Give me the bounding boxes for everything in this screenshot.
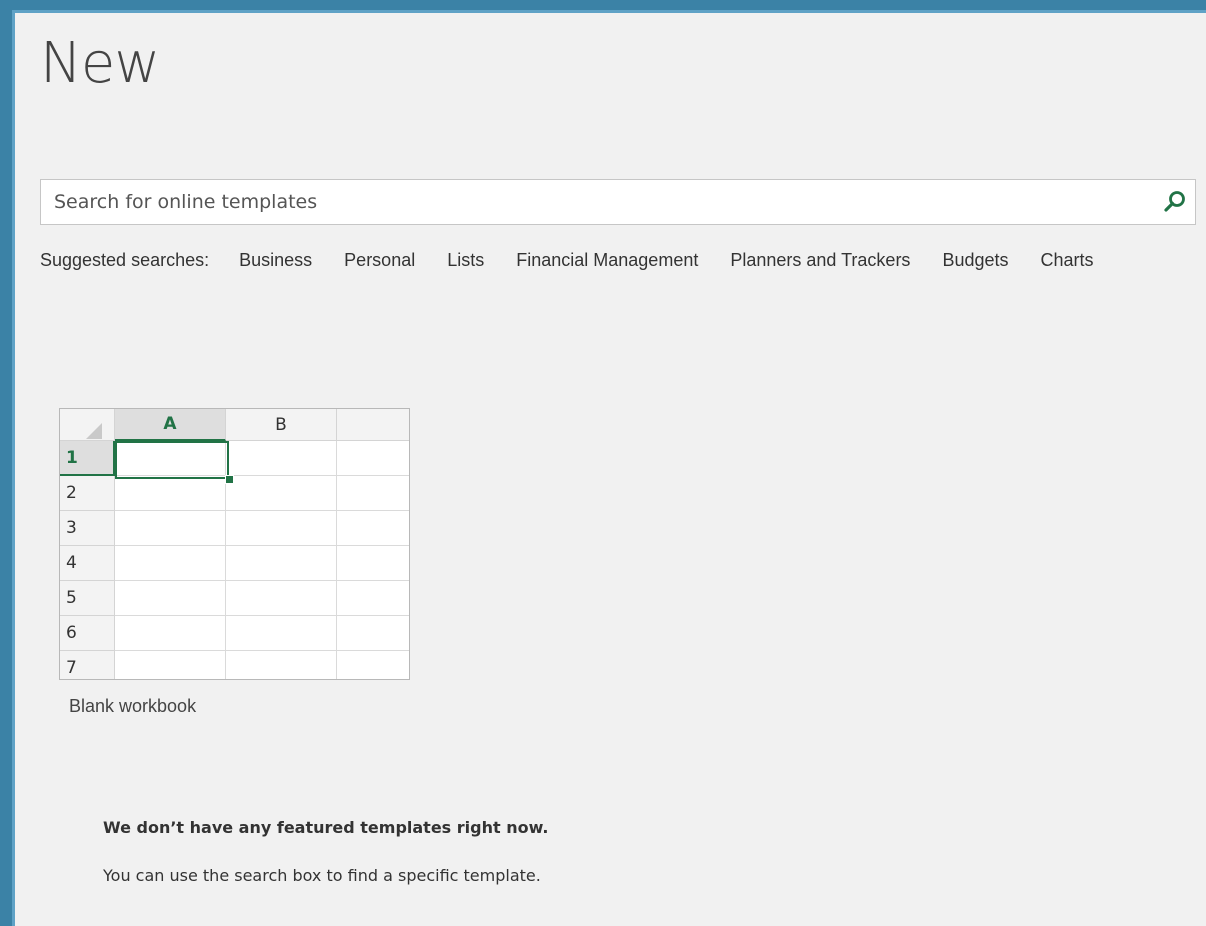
fill-handle (225, 475, 234, 484)
grid-cell (115, 651, 226, 679)
grid-cell (337, 651, 409, 679)
window-frame: New Suggested searches: Business Persona… (0, 0, 1206, 926)
grid-cell (226, 476, 337, 511)
row-header: 2 (60, 476, 115, 511)
grid-cell (226, 616, 337, 651)
grid-cell (115, 616, 226, 651)
row-header: 7 (60, 651, 115, 679)
suggested-search-personal[interactable]: Personal (344, 250, 415, 271)
suggested-search-financial-management[interactable]: Financial Management (516, 250, 698, 271)
grid-cell (337, 476, 409, 511)
row-header: 6 (60, 616, 115, 651)
row-header: 4 (60, 546, 115, 581)
search-icon (1164, 191, 1185, 212)
suggested-search-budgets[interactable]: Budgets (942, 250, 1008, 271)
grid-cell (115, 476, 226, 511)
grid-cell (226, 441, 337, 476)
suggested-search-business[interactable]: Business (239, 250, 312, 271)
row-header: 5 (60, 581, 115, 616)
page-title: New (40, 31, 160, 96)
grid-cell (226, 581, 337, 616)
search-button[interactable] (1161, 188, 1189, 216)
suggested-searches: Suggested searches: Business Personal Li… (40, 250, 1094, 271)
column-header: A (115, 409, 226, 441)
search-input[interactable] (41, 180, 1141, 224)
grid-cell (337, 616, 409, 651)
suggested-search-planners-and-trackers[interactable]: Planners and Trackers (730, 250, 910, 271)
suggested-search-lists[interactable]: Lists (447, 250, 484, 271)
no-featured-message: We don’t have any featured templates rig… (103, 818, 549, 837)
blank-workbook-caption: Blank workbook (69, 696, 197, 716)
select-all-corner (60, 409, 115, 441)
blank-workbook-thumbnail[interactable]: ABC 1234567 (59, 408, 410, 680)
suggested-searches-label: Suggested searches: (40, 250, 210, 270)
grid-cell (226, 511, 337, 546)
grid-cell (337, 511, 409, 546)
active-cell-highlight (115, 441, 229, 479)
grid-cell (226, 651, 337, 679)
suggested-search-charts[interactable]: Charts (1041, 250, 1094, 271)
grid-cell (337, 546, 409, 581)
grid-cell (115, 511, 226, 546)
grid-cell (226, 546, 337, 581)
row-header: 1 (60, 441, 115, 476)
column-header: B (226, 409, 337, 441)
row-header: 3 (60, 511, 115, 546)
grid-cell (115, 546, 226, 581)
column-header: C (337, 409, 409, 441)
search-box (40, 179, 1196, 225)
search-hint: You can use the search box to find a spe… (103, 866, 541, 885)
grid-cell (337, 581, 409, 616)
select-all-triangle-icon (86, 423, 102, 439)
grid-cell (115, 581, 226, 616)
grid-cell (337, 441, 409, 476)
